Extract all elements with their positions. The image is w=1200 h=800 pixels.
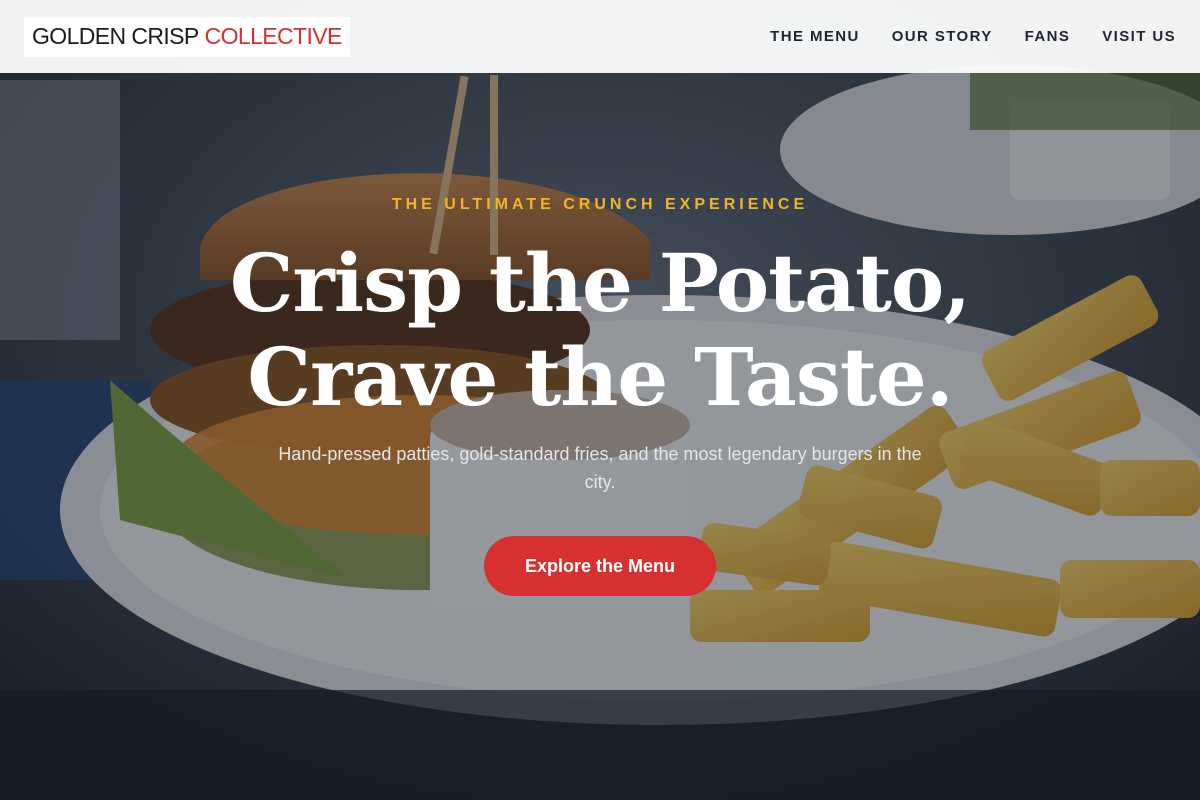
nav-link-menu[interactable]: THE MENU [770, 28, 860, 45]
brand-name: GOLDEN CRISP [32, 23, 199, 49]
navbar: GOLDEN CRISP COLLECTIVE THE MENU OUR STO… [0, 0, 1200, 73]
hero-tagline: THE ULTIMATE CRUNCH EXPERIENCE [391, 196, 809, 213]
brand-name-accent: COLLECTIVE [204, 23, 343, 49]
hero-headline: Crisp the Potato, Crave the Taste. [0, 236, 1200, 424]
main-nav: THE MENU OUR STORY FANS VISIT US [738, 28, 1176, 45]
brand-logo[interactable]: GOLDEN CRISP COLLECTIVE [24, 16, 350, 57]
landing-page: GOLDEN CRISP COLLECTIVE THE MENU OUR STO… [0, 0, 1200, 800]
nav-link-our-story[interactable]: OUR STORY [892, 28, 993, 45]
nav-link-fans[interactable]: FANS [1025, 28, 1071, 45]
explore-menu-button[interactable]: Explore the Menu [484, 536, 716, 596]
nav-link-visit-us[interactable]: VISIT US [1102, 28, 1176, 45]
hero-headline-line-1: Crisp the Potato, [229, 236, 971, 330]
hero-headline-line-2: Crave the Taste. [247, 330, 953, 424]
hero-subtext: Hand-pressed patties, gold-standard frie… [278, 444, 922, 492]
hero-section: THE ULTIMATE CRUNCH EXPERIENCE Crisp the… [0, 196, 1200, 596]
